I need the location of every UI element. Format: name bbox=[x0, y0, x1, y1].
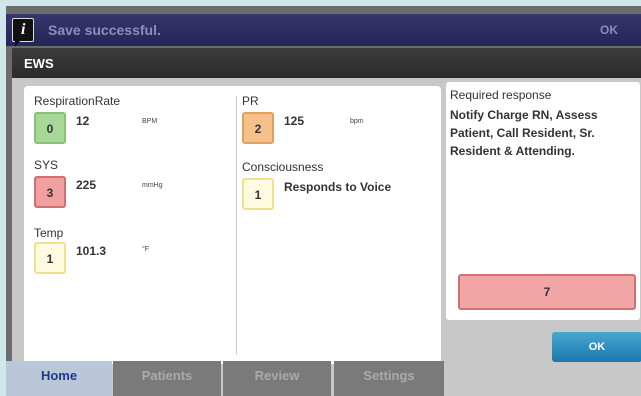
ews-dialog: RespirationRate 0 12 BPM SYS 3 225 mmHg … bbox=[12, 78, 641, 396]
pr-score[interactable]: 2 bbox=[242, 112, 274, 144]
notification-message: Save successful. bbox=[48, 22, 161, 38]
pr-value: 125 bbox=[284, 114, 305, 128]
consciousness-label: Consciousness bbox=[242, 160, 324, 174]
tab-home[interactable]: Home bbox=[6, 361, 112, 396]
temp-label: Temp bbox=[34, 226, 64, 240]
modal-title: EWS bbox=[24, 56, 54, 71]
pr-label: PR bbox=[242, 94, 259, 108]
monitor-screen: i Save successful. OK EWS RespirationRat… bbox=[6, 6, 641, 396]
consciousness-value: Responds to Voice bbox=[284, 180, 392, 194]
total-score-box[interactable]: 7 bbox=[458, 274, 636, 310]
tab-review[interactable]: Review bbox=[223, 361, 331, 396]
tab-patients[interactable]: Patients bbox=[113, 361, 221, 396]
sys-label: SYS bbox=[34, 158, 59, 172]
sys-value: 225 bbox=[76, 178, 97, 192]
modal-title-bar: EWS bbox=[12, 48, 641, 78]
temp-unit: °F bbox=[142, 246, 150, 253]
panel-divider bbox=[236, 96, 237, 354]
vitals-panel: RespirationRate 0 12 BPM SYS 3 225 mmHg … bbox=[24, 86, 441, 364]
ok-button[interactable]: OK bbox=[552, 332, 641, 362]
notification-ok-button[interactable]: OK bbox=[584, 18, 634, 42]
consciousness-score[interactable]: 1 bbox=[242, 178, 274, 210]
tab-settings[interactable]: Settings bbox=[334, 361, 444, 396]
sys-unit: mmHg bbox=[142, 182, 163, 189]
required-response-panel: Required response Notify Charge RN, Asse… bbox=[446, 82, 640, 320]
response-text: Notify Charge RN, Assess Patient, Call R… bbox=[450, 108, 598, 158]
respiration-score[interactable]: 0 bbox=[34, 112, 66, 144]
respiration-label: RespirationRate bbox=[34, 94, 121, 108]
respiration-value: 12 bbox=[76, 114, 90, 128]
temp-value: 101.3 bbox=[76, 244, 107, 258]
response-heading: Required response bbox=[450, 88, 552, 102]
pr-unit: bpm bbox=[350, 118, 364, 125]
notification-bar: i Save successful. OK bbox=[6, 14, 641, 47]
sys-score[interactable]: 3 bbox=[34, 176, 66, 208]
info-icon: i bbox=[12, 18, 34, 47]
temp-score[interactable]: 1 bbox=[34, 242, 66, 274]
respiration-unit: BPM bbox=[142, 118, 158, 125]
